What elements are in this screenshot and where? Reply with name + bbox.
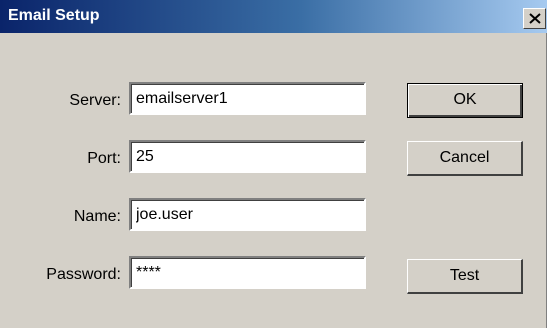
server-input[interactable] xyxy=(136,89,356,109)
password-input[interactable] xyxy=(136,263,356,283)
email-setup-dialog: Email Setup Server: Port: Name: Password… xyxy=(0,0,547,328)
window-title: Email Setup xyxy=(8,7,100,24)
close-icon xyxy=(529,13,541,24)
close-button[interactable] xyxy=(523,8,546,29)
port-input[interactable] xyxy=(136,147,356,167)
name-field[interactable] xyxy=(129,198,366,231)
name-label: Name: xyxy=(73,208,121,225)
test-button[interactable]: Test xyxy=(407,259,523,294)
title-bar[interactable]: Email Setup xyxy=(0,0,547,33)
cancel-button[interactable]: Cancel xyxy=(407,141,523,176)
ok-button[interactable]: OK xyxy=(407,83,523,118)
server-label: Server: xyxy=(69,92,121,109)
password-label: Password: xyxy=(46,266,121,283)
password-field[interactable] xyxy=(129,256,366,289)
server-field[interactable] xyxy=(129,82,366,115)
port-label: Port: xyxy=(87,150,121,167)
port-field[interactable] xyxy=(129,140,366,173)
name-input[interactable] xyxy=(136,205,356,225)
